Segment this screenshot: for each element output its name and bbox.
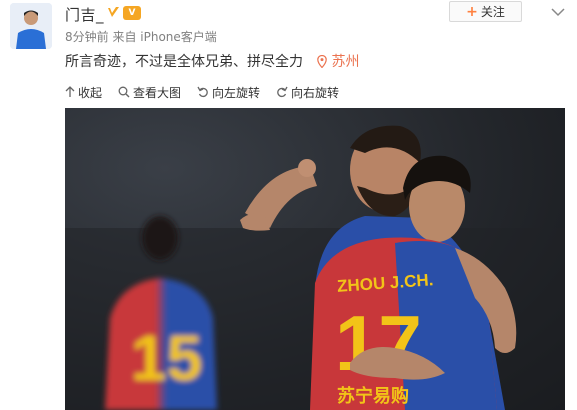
location-link[interactable]: 苏州 [317, 54, 359, 70]
location-label: 苏州 [331, 54, 360, 70]
collapse-label: 收起 [78, 85, 103, 100]
view-large-button[interactable]: 查看大图 [118, 84, 181, 101]
rotate-left-button[interactable]: 向左旋转 [197, 84, 260, 101]
chevron-down-icon[interactable] [551, 2, 565, 17]
image-toolbar: 收起 查看大图 向左旋转 向右旋转 [65, 83, 355, 101]
collapse-button[interactable]: 收起 [65, 84, 102, 101]
jersey-sponsor-text: 苏宁易购 [337, 385, 409, 407]
rotate-right-label: 向右旋转 [291, 85, 340, 100]
post-content: 所言奇迹，不过是全体兄弟、拼尽全力 苏州 [65, 51, 359, 71]
arrow-up-icon [65, 86, 75, 97]
verified-badge-icon [106, 5, 121, 20]
rotate-right-icon [277, 86, 288, 98]
rotate-left-label: 向左旋转 [212, 85, 261, 100]
post-meta: 8分钟前 来自 iPhone客户端 [65, 28, 217, 45]
post-header: 门吉_ V 8分钟前 来自 iPhone客户端 + 关注 所言奇迹，不过是全体兄… [0, 0, 577, 108]
football-celebration-image: 15 ZHOU J.CH. 17 苏宁易购 [65, 125, 565, 410]
post-time[interactable]: 8分钟前 [65, 30, 109, 44]
vip-badge: V [123, 6, 141, 20]
user-name[interactable]: 门吉_ [65, 4, 104, 25]
rotate-left-icon [197, 86, 208, 98]
back-player-number: 15 [131, 322, 202, 394]
post-source: 来自 iPhone客户端 [112, 30, 217, 44]
view-large-label: 查看大图 [133, 85, 182, 100]
location-pin-icon [317, 54, 328, 69]
plus-icon: + [466, 3, 478, 20]
follow-button[interactable]: + 关注 [449, 1, 522, 22]
search-icon [118, 86, 130, 98]
post-photo[interactable]: 15 ZHOU J.CH. 17 苏宁易购 [65, 108, 565, 410]
rotate-right-button[interactable]: 向右旋转 [276, 84, 339, 101]
post-text: 所言奇迹，不过是全体兄弟、拼尽全力 [65, 54, 303, 70]
follow-label: 关注 [480, 5, 505, 19]
avatar[interactable] [10, 3, 52, 49]
